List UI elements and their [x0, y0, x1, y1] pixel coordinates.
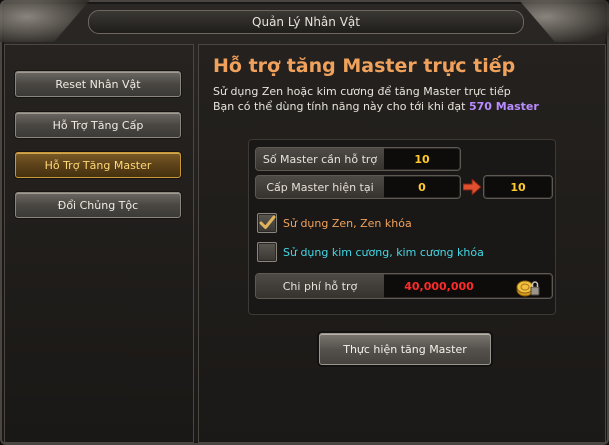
max-master-highlight: 570 Master	[468, 100, 539, 113]
sidebar-item-reset-character[interactable]: Reset Nhân Vật	[15, 71, 181, 97]
sidebar-item-label: Hỗ Trợ Tăng Master	[44, 158, 152, 172]
diamond-option-checkbox[interactable]	[257, 242, 277, 262]
character-manager-window: Quản Lý Nhân Vật Reset Nhân Vật Hỗ Trợ T…	[0, 0, 609, 445]
description-line-2: Bạn có thể dùng tính năng này cho tới kh…	[213, 100, 539, 113]
master-needed-label: Số Master cần hỗ trợ	[256, 148, 384, 170]
diamond-option-label[interactable]: Sử dụng kim cương, kim cương khóa	[283, 246, 484, 259]
cost-value: 40,000,000	[404, 279, 474, 293]
window-titlebar: Quản Lý Nhân Vật	[88, 10, 524, 34]
sidebar-item-label: Reset Nhân Vật	[55, 77, 141, 91]
sidebar-item-label: Đổi Chủng Tộc	[57, 198, 139, 212]
description-line-2-text: Bạn có thể dùng tính năng này cho tới kh…	[213, 100, 469, 113]
window-title: Quản Lý Nhân Vật	[252, 15, 360, 29]
execute-master-button-label: Thực hiện tăng Master	[343, 342, 467, 356]
cost-field: Chi phí hỗ trợ 40,000,000	[255, 273, 553, 299]
description-line-1: Sử dụng Zen hoặc kim cương để tăng Maste…	[213, 85, 511, 98]
corner-ornament-left	[0, 0, 90, 42]
main-panel: Hỗ trợ tăng Master trực tiếp Sử dụng Zen…	[198, 44, 606, 443]
right-arrow-icon	[463, 179, 481, 195]
zen-option-label[interactable]: Sử dụng Zen, Zen khóa	[283, 217, 412, 230]
page-title: Hỗ trợ tăng Master trực tiếp	[213, 55, 516, 77]
target-master-field: 10	[483, 175, 553, 199]
master-needed-value: 10	[414, 152, 430, 166]
zen-option-checkbox[interactable]	[257, 213, 277, 233]
sidebar-item-change-race[interactable]: Đổi Chủng Tộc	[15, 192, 181, 218]
check-icon	[259, 215, 276, 229]
corner-ornament-right	[519, 0, 609, 42]
current-master-value: 0	[418, 180, 426, 194]
sidebar-item-label: Hỗ Trợ Tăng Cấp	[52, 118, 144, 132]
target-master-value: 10	[510, 180, 526, 194]
execute-master-button[interactable]: Thực hiện tăng Master	[319, 333, 491, 365]
sidebar-item-level-support[interactable]: Hỗ Trợ Tăng Cấp	[15, 112, 181, 138]
master-needed-field[interactable]: Số Master cần hỗ trợ 10	[255, 147, 461, 171]
current-master-label: Cấp Master hiện tại	[256, 176, 384, 198]
cost-label: Chi phí hỗ trợ	[256, 274, 384, 298]
sidebar-item-master-support[interactable]: Hỗ Trợ Tăng Master	[15, 152, 181, 178]
current-master-field: Cấp Master hiện tại 0	[255, 175, 461, 199]
coin-lock-icon	[516, 280, 540, 297]
sidebar: Reset Nhân Vật Hỗ Trợ Tăng Cấp Hỗ Trợ Tă…	[4, 44, 194, 443]
